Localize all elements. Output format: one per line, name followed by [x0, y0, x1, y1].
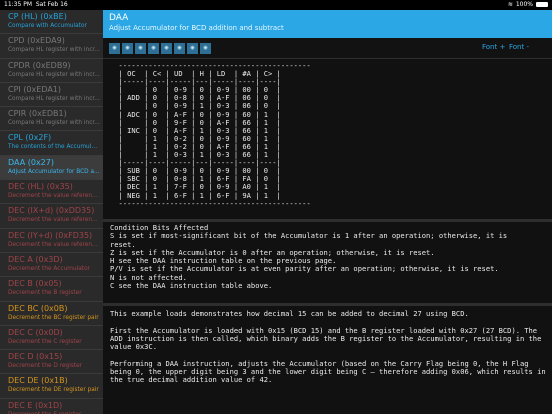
sidebar-item-description: Decrement the Accumulator [8, 265, 90, 272]
sidebar-item[interactable]: DEC (IY+d) (0xFD35) Decrement the value r… [0, 229, 103, 253]
status-bar: 11:35 PM Sat Feb 16 ≋ 100% [0, 0, 552, 10]
sidebar-item[interactable]: DEC DE (0x1B) Decrement the DE register p… [0, 374, 103, 399]
sidebar: CP (HL) (0xBE) Compare with Accumulator CP… [0, 10, 103, 414]
sidebar-item[interactable]: CP (HL) (0xBE) Compare with Accumulator [0, 10, 103, 35]
toolbar-button-2[interactable]: ◉ [122, 43, 133, 54]
status-right: ≋ 100% [508, 1, 548, 8]
page-subtitle: Adjust Accumulator for BCD addition and … [109, 24, 284, 32]
battery-icon [536, 2, 548, 7]
sidebar-item-title: CP (HL) (0xBE) [8, 12, 67, 21]
sidebar-item-title: DEC D (0x15) [8, 352, 63, 362]
sidebar-item-description: Decrement the DE register pair [8, 387, 99, 394]
sidebar-item[interactable]: DEC E (0x1D)Decrement the E register [0, 399, 103, 414]
toolbar-button-4[interactable]: ◉ [148, 43, 159, 54]
section-divider [103, 219, 552, 222]
example-paragraph-1: This example loads demonstrates how deci… [110, 309, 469, 318]
toolbar-button-7[interactable]: ◉ [187, 43, 198, 54]
wifi-icon: ≋ [507, 1, 513, 8]
sidebar-item-description: Decrement the value referenc... [8, 241, 100, 248]
sidebar-item[interactable]: DEC B (0x05) Decrement the B register [0, 277, 103, 302]
sidebar-item-title: CPL (0x2F) [8, 133, 52, 143]
sidebar-item-description: Compare HL register with incr... [8, 120, 100, 127]
sidebar-item[interactable]: DEC D (0x15) Decrement the D register [0, 350, 103, 375]
content-area: ----------------------------------------… [103, 59, 552, 414]
example-paragraph-2: First the Accumulator is loaded with 0x1… [110, 325, 542, 352]
sidebar-item-title: DEC BC (0x0B) [8, 303, 68, 313]
sidebar-item-description: Decrement the BC register pair [8, 314, 99, 321]
sidebar-item-title: DEC (HL) (0x35) [8, 182, 73, 192]
sidebar-item[interactable]: DEC (HL) (0x35) Decrement the value refer… [0, 180, 103, 205]
sidebar-item-description: Decrement the value referenc... [8, 217, 100, 224]
sidebar-item[interactable]: CPD (0xEDA9) Compare HL register with inc… [0, 34, 103, 59]
sidebar-item-title: CPD (0xEDA9) [8, 36, 65, 46]
daa-table: ----------------------------------------… [118, 61, 311, 208]
sidebar-item-description: Decrement the B register [8, 290, 82, 297]
sidebar-item[interactable]: CPL (0x2F) The contents of the Accumula..… [0, 131, 103, 156]
sidebar-item[interactable]: CPDR (0xEDB9) Compare HL register with in… [0, 59, 103, 83]
sidebar-item-description: Compare HL register with incr... [8, 47, 100, 54]
battery-percent: 100% [515, 1, 533, 8]
font-decrease-button[interactable]: Font - [509, 43, 529, 51]
sidebar-item-description: Decrement the C register [8, 338, 82, 345]
sidebar-item[interactable]: DEC (IX+d) (0xDD35) Decrement the value r… [0, 204, 103, 229]
sidebar-item[interactable]: DEC A (0x3D) Decrement the Accumulator [0, 253, 103, 278]
font-increase-button[interactable]: Font + [482, 43, 505, 51]
page-title: DAA [109, 13, 129, 23]
toolbar-button-5[interactable]: ◉ [161, 43, 172, 54]
sidebar-item-title: CPDR (0xEDB9) [8, 60, 71, 70]
sidebar-item-title: DEC (IY+d) (0xFD35) [8, 230, 93, 240]
sidebar-item-description: Adjust Accumulator for BCD a... [8, 168, 100, 175]
sidebar-item-description: Compare HL register with incr... [8, 71, 100, 78]
sidebar-item-description: Decrement the D register [8, 363, 83, 370]
sidebar-item-title: DAA (0x27) [8, 157, 54, 167]
example-paragraph-3: Performing a DAA instruction, adjusts th… [110, 358, 546, 385]
status-time: 11:35 PM Sat Feb 16 [4, 1, 68, 8]
page-header: DAA Adjust Accumulator for BCD addition … [103, 10, 552, 38]
toolbar-button-6[interactable]: ◉ [174, 43, 185, 54]
sidebar-item-title: DEC C (0x0D) [8, 327, 63, 337]
sidebar-item-title: DEC E (0x1D) [8, 400, 63, 410]
section-divider-2 [103, 303, 552, 306]
sidebar-item-title: CPIR (0xEDB1) [8, 109, 67, 119]
sidebar-item-title: CPI (0xEDA1) [8, 84, 62, 94]
example-text: This example loads demonstrates how deci… [110, 309, 548, 393]
condition-bits-text: Condition Bits Affected S is set if most… [110, 223, 508, 291]
sidebar-item-description: Decrement the value referenc... [8, 193, 100, 200]
sidebar-item[interactable]: DEC C (0x0D) Decrement the C register [0, 326, 103, 351]
sidebar-item[interactable]: CPIR (0xEDB1) Compare HL register with in… [0, 107, 103, 132]
sidebar-item-title: DEC (IX+d) (0xDD35) [8, 206, 95, 216]
toolbar-button-8[interactable]: ◉ [200, 43, 211, 54]
sidebar-item[interactable]: DEC BC (0x0B) Decrement the BC register p… [0, 302, 103, 326]
sidebar-item-description: The contents of the Accumula... [8, 144, 100, 151]
sidebar-item-title: DEC DE (0x1B) [8, 376, 68, 386]
sidebar-item-description: Compare with Accumulator [8, 23, 87, 29]
sidebar-item-title: DEC A (0x3D) [8, 254, 63, 264]
sidebar-item[interactable]: CPI (0xEDA1) Compare HL register with inc… [0, 83, 103, 108]
toolbar: ◉ ◉ ◉ ◉ ◉ ◉ ◉ ◉ Font + Font - [103, 38, 552, 59]
sidebar-item-title: DEC B (0x05) [8, 279, 62, 289]
sidebar-item-description: Compare HL register with incr... [8, 95, 100, 102]
toolbar-button-1[interactable]: ◉ [109, 43, 120, 54]
toolbar-button-3[interactable]: ◉ [135, 43, 146, 54]
sidebar-item[interactable]: DAA (0x27) Adjust Accumulator for BCD a..… [0, 155, 103, 181]
